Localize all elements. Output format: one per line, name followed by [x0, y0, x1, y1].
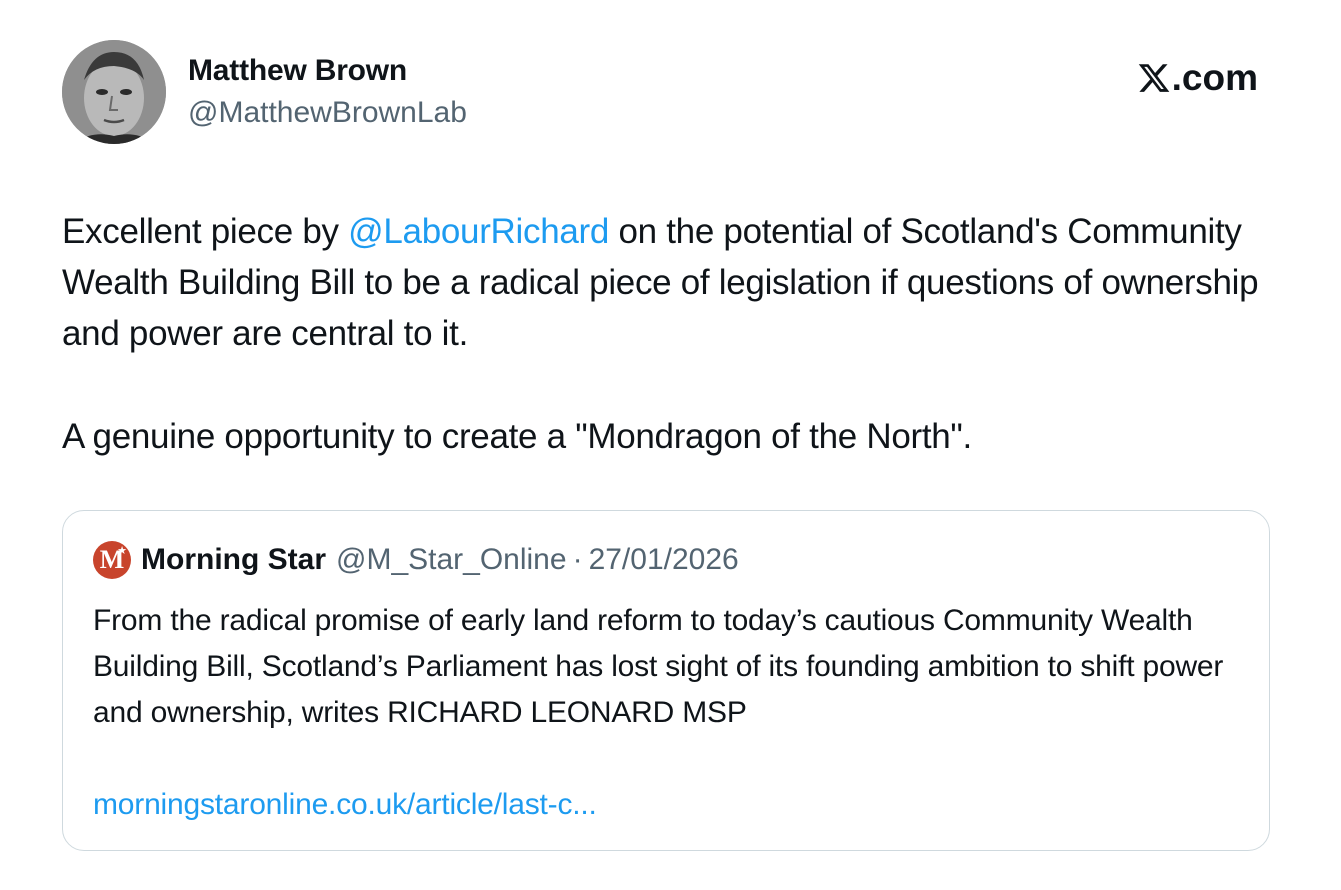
quoted-author-handle[interactable]: @M_Star_Online	[336, 543, 567, 577]
quoted-tweet-header: M ★ Morning Star @M_Star_Online · 27/01/…	[93, 541, 739, 579]
x-logo-icon	[1138, 64, 1169, 92]
quoted-tweet-text: From the radical promise of early land r…	[93, 604, 1224, 729]
logo-star-icon: ★	[117, 544, 127, 557]
tweet-text-start: Excellent piece by	[62, 212, 349, 251]
x-brand[interactable]: .com	[1137, 57, 1258, 99]
mention-link[interactable]: @LabourRichard	[348, 212, 609, 251]
author-handle[interactable]: @MatthewBrownLab	[188, 96, 467, 130]
header-separator: ·	[572, 543, 583, 576]
quoted-author-name[interactable]: Morning Star	[141, 543, 326, 577]
brand-domain: .com	[1171, 57, 1258, 98]
tweet-text: Excellent piece by @LabourRichard on the…	[62, 206, 1262, 462]
author-name[interactable]: Matthew Brown	[188, 54, 407, 88]
quoted-article-link[interactable]: morningstaronline.co.uk/article/last-c..…	[93, 788, 597, 822]
quoted-tweet-card[interactable]: M ★ Morning Star @M_Star_Online · 27/01/…	[62, 510, 1270, 851]
avatar-image	[62, 40, 166, 144]
author-avatar[interactable]	[62, 40, 166, 144]
quoted-tweet-date[interactable]: 27/01/2026	[589, 543, 739, 577]
tweet-paragraph-2: A genuine opportunity to create a "Mondr…	[62, 417, 972, 456]
morning-star-logo-icon[interactable]: M ★	[93, 541, 131, 579]
tweet-paragraph-1: Excellent piece by @LabourRichard on the…	[62, 206, 1262, 359]
